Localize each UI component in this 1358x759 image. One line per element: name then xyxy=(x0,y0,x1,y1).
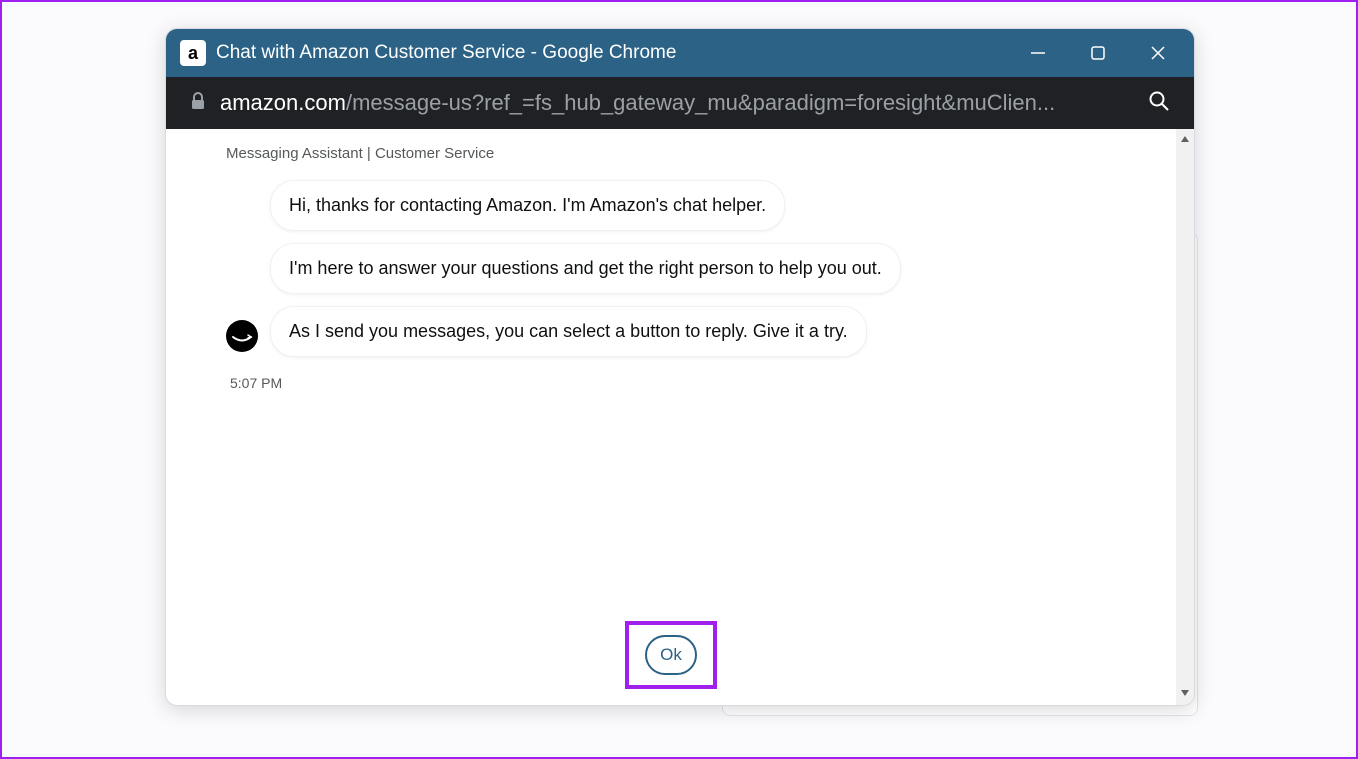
url-domain: amazon.com xyxy=(220,90,346,115)
scroll-down-icon[interactable] xyxy=(1179,685,1191,703)
chrome-window: a Chat with Amazon Customer Service - Go… xyxy=(165,28,1195,706)
assistant-message: Hi, thanks for contacting Amazon. I'm Am… xyxy=(270,180,785,231)
chat-header-label: Messaging Assistant | Customer Service xyxy=(226,145,1116,162)
vertical-scrollbar[interactable] xyxy=(1176,129,1194,705)
url-path: /message-us?ref_=fs_hub_gateway_mu&parad… xyxy=(346,90,1055,115)
message-list: Hi, thanks for contacting Amazon. I'm Am… xyxy=(226,180,1116,391)
message-row: I'm here to answer your questions and ge… xyxy=(226,243,1116,294)
annotation-highlight: Ok xyxy=(625,621,717,689)
message-row: Hi, thanks for contacting Amazon. I'm Am… xyxy=(226,180,1116,231)
amazon-favicon: a xyxy=(180,40,206,66)
chat-body: Messaging Assistant | Customer Service H… xyxy=(166,129,1176,705)
ok-reply-button[interactable]: Ok xyxy=(645,635,697,675)
search-icon[interactable] xyxy=(1148,90,1170,117)
window-controls xyxy=(1028,43,1168,63)
window-title-bar: a Chat with Amazon Customer Service - Go… xyxy=(166,29,1194,77)
reply-area: Ok xyxy=(625,621,717,689)
assistant-message: As I send you messages, you can select a… xyxy=(270,306,867,357)
address-bar[interactable]: amazon.com/message-us?ref_=fs_hub_gatewa… xyxy=(166,77,1194,129)
message-row: As I send you messages, you can select a… xyxy=(226,306,1116,357)
window-title: Chat with Amazon Customer Service - Goog… xyxy=(216,42,1028,64)
assistant-avatar xyxy=(226,320,258,352)
lock-icon xyxy=(190,92,206,115)
assistant-message: I'm here to answer your questions and ge… xyxy=(270,243,901,294)
url-display: amazon.com/message-us?ref_=fs_hub_gatewa… xyxy=(220,90,1128,116)
content-area: Messaging Assistant | Customer Service H… xyxy=(166,129,1194,705)
scroll-up-icon[interactable] xyxy=(1179,131,1191,149)
close-button[interactable] xyxy=(1148,43,1168,63)
minimize-button[interactable] xyxy=(1028,43,1048,63)
message-timestamp: 5:07 PM xyxy=(230,375,1116,391)
maximize-button[interactable] xyxy=(1088,43,1108,63)
